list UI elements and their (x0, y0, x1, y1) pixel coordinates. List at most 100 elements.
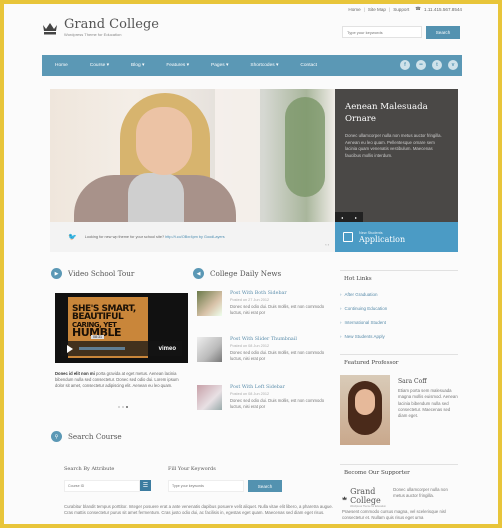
news-excerpt: Donec sed odio dui. Duis mollis, est non… (230, 350, 325, 362)
header-search-button[interactable]: Search (426, 26, 460, 39)
vimeo-logo[interactable]: vimeo (159, 346, 176, 352)
hot-link-label: Continuing Education (344, 305, 388, 311)
news-thumbnail[interactable] (197, 385, 222, 410)
hot-link-item[interactable]: › Continuing Education (340, 301, 458, 315)
social-links: f •• t v (400, 60, 458, 70)
arrow-icon: › (340, 333, 342, 339)
slide-caption-text: Donec ullamcorper nulla non metus auctor… (345, 133, 442, 158)
top-link-sitemap[interactable]: Site Map (368, 7, 386, 12)
twitter-bird-icon: 🐦 (68, 234, 77, 241)
application-title: Application (359, 234, 406, 244)
student-scarf (128, 173, 184, 222)
top-links: Home | Site Map | Support ☎ 1.11.415.567.8… (348, 6, 462, 12)
supporters-text: Praesent commodo cursus magna, vel scele… (342, 509, 446, 521)
separator: | (363, 6, 365, 12)
slider-prev-button[interactable]: ◂ (335, 212, 349, 222)
top-link-support[interactable]: Support (393, 7, 409, 12)
video-time: 08:31 (91, 335, 104, 339)
news-section-title: College Daily News (210, 269, 282, 278)
news-date: Posted on 27 Jun 2012 (230, 298, 270, 302)
news-date: Posted on 08 Jun 2012 (230, 344, 270, 348)
video-progress[interactable] (79, 347, 125, 350)
sponsor-side-text: Donec ullamcorper nulla non metus auctor… (393, 487, 448, 499)
hot-links-list: › After Graduation › Continuing Education … (340, 287, 458, 343)
video-line: BEAUTIFUL (72, 312, 124, 322)
tweet-author[interactable]: by GoodLayers (199, 235, 225, 239)
keywords-label: Fill Your Keywords (168, 466, 216, 472)
tweet-link[interactable]: http://t.co/OBxr4pm (165, 235, 198, 239)
news-item: Post With Left Sidebar Posted on 08 Jun … (197, 385, 337, 411)
course-search-header: ⚲ Search Course (51, 431, 122, 442)
professor-name[interactable]: Sara Coff (398, 378, 458, 385)
phone-number: 1.11.415.567.8544 (424, 6, 462, 12)
slider-next-button[interactable]: ▸ (349, 212, 363, 222)
nav-course[interactable]: Course ▾ (79, 63, 120, 68)
keywords-input[interactable] (168, 480, 244, 492)
featured-professor-title: Featured Professor (344, 360, 399, 366)
slide-caption-title: Aenean Malesuada Ornare (345, 102, 428, 124)
slide-image (50, 89, 335, 222)
header-search: Search (342, 26, 460, 39)
supporters-widget: Become Our Supporter Grand College Wordpr… (340, 464, 458, 523)
nav-home[interactable]: Home (42, 63, 79, 68)
attribute-dropdown-icon[interactable]: ☰ (140, 480, 151, 491)
sponsor-logo[interactable]: Grand College Wordpress Theme for Educati… (342, 487, 387, 508)
hot-link-item[interactable]: › International Student (340, 315, 458, 329)
news-item: Post With Both Sidebar Posted on 27 Jun … (197, 291, 337, 317)
nav-blog[interactable]: Blog ▾ (120, 63, 155, 68)
vimeo-icon[interactable]: v (448, 60, 458, 70)
site-tagline: Wordpress Theme for Education (64, 32, 122, 37)
news-thumbnail[interactable] (197, 337, 222, 362)
page: Home | Site Map | Support ☎ 1.11.415.567.8… (4, 4, 498, 524)
sponsor-row: Grand College Wordpress Theme for Educati… (340, 481, 458, 508)
pager-dot[interactable] (122, 406, 124, 408)
nav-features[interactable]: Features ▾ (155, 63, 200, 68)
attribute-label: Search By Attribute (64, 466, 115, 472)
site-logo[interactable]: Grand College Wordpress Theme for Educat… (42, 18, 159, 37)
sponsor-name: Grand College (350, 487, 381, 505)
nav-shortcodes[interactable]: Shortcodes ▾ (239, 63, 289, 68)
arrow-icon: › (340, 305, 342, 311)
tweet-text: Looking for new wp theme for your school… (85, 235, 225, 239)
twitter-icon[interactable]: t (432, 60, 442, 70)
video-line: HUMBLE (72, 326, 122, 339)
pager-dot[interactable] (118, 406, 120, 408)
header-search-input[interactable] (342, 26, 422, 38)
tweet-body: Looking for new wp theme for your school… (84, 235, 165, 239)
course-id-input[interactable] (64, 480, 140, 492)
news-thumbnail[interactable] (197, 291, 222, 316)
tweet-pager[interactable]: ‹ › (325, 242, 329, 247)
facebook-icon[interactable]: f (400, 60, 410, 70)
hot-link-item[interactable]: › After Graduation (340, 287, 458, 301)
video-description: Donec id elit non mi porta gravida at eg… (55, 371, 188, 390)
top-link-home[interactable]: Home (348, 7, 360, 12)
hot-links-widget: Hot Links › After Graduation › Continuing … (340, 270, 458, 343)
video-player[interactable]: SHE'S SMART, BEAUTIFUL CARING, YET HUMBL… (55, 293, 188, 363)
course-search-button[interactable]: Search (248, 480, 282, 492)
hot-link-item[interactable]: › New Students Apply (340, 329, 458, 343)
news-item: Post With Slider Thumbnail Posted on 08 … (197, 337, 337, 363)
crown-icon (43, 22, 57, 34)
search-icon: ⚲ (51, 431, 62, 442)
news-title[interactable]: Post With Slider Thumbnail (230, 337, 337, 342)
student-face (136, 107, 192, 175)
slider-arrows: ◂ ▸ (335, 212, 363, 222)
site-name: Grand College (64, 17, 159, 32)
news-title[interactable]: Post With Both Sidebar (230, 291, 337, 296)
hot-link-label: After Graduation (344, 291, 378, 297)
news-title[interactable]: Post With Left Sidebar (230, 385, 337, 390)
nav-contact[interactable]: Contact (289, 63, 328, 68)
professor-card: Sara Coff Etiam porta sem malesuada magn… (340, 371, 458, 445)
application-button[interactable]: New Students Application (335, 222, 458, 252)
video-description-lead: Donec id elit non mi (55, 371, 95, 376)
calendar-icon (343, 232, 353, 242)
hot-link-label: New Students Apply (344, 333, 385, 339)
flickr-icon[interactable]: •• (416, 60, 426, 70)
pager-dot-active[interactable] (126, 406, 128, 408)
news-date: Posted on 08 Jun 2012 (230, 392, 270, 396)
play-icon[interactable] (67, 344, 73, 353)
professor-photo[interactable] (340, 375, 390, 445)
phone-icon: ☎ (415, 6, 422, 11)
separator: | (388, 6, 391, 12)
nav-pages[interactable]: Pages ▾ (200, 63, 239, 68)
